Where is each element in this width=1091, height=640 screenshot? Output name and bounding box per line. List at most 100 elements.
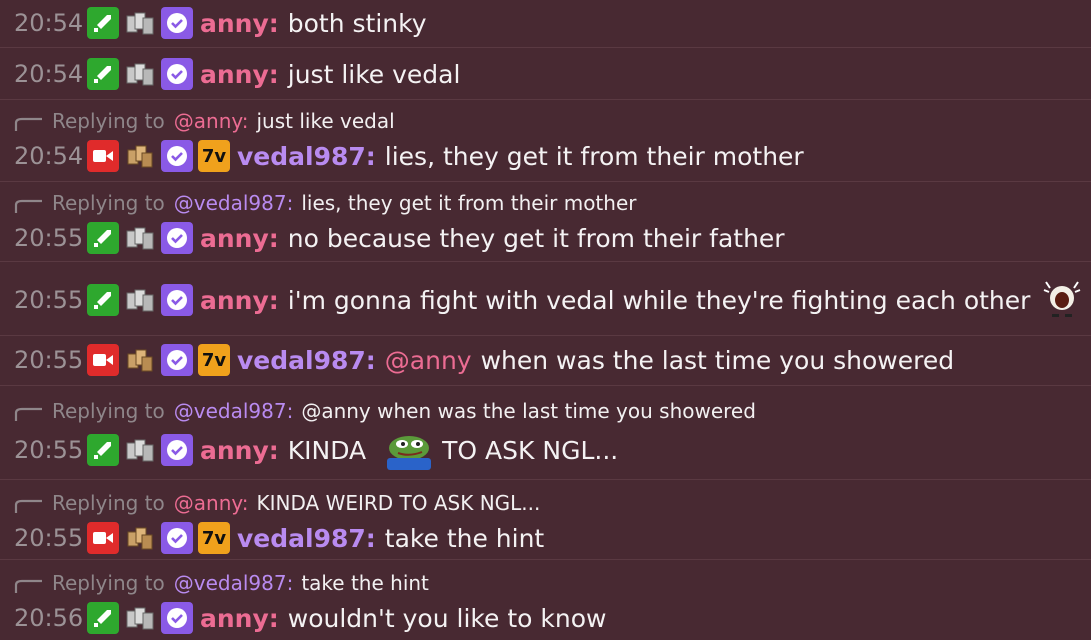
username[interactable]: anny: xyxy=(200,436,279,465)
subscriber-badge-icon[interactable] xyxy=(124,140,156,172)
reply-text: KINDA WEIRD TO ASK NGL... xyxy=(256,491,541,515)
reply-text: lies, they get it from their mother xyxy=(301,191,637,215)
bits-badge-icon[interactable] xyxy=(124,602,156,634)
message-text-after: TO ASK NGL... xyxy=(442,435,619,465)
moderator-badge-icon[interactable] xyxy=(87,58,119,90)
badges xyxy=(87,284,193,316)
timestamp: 20:55 xyxy=(14,346,84,374)
message-text: take the hint xyxy=(384,523,545,553)
reply-mention[interactable]: @anny: xyxy=(174,109,249,133)
username[interactable]: vedal987: xyxy=(237,346,376,375)
verified-badge-icon[interactable] xyxy=(161,522,193,554)
moderator-badge-icon[interactable] xyxy=(87,602,119,634)
chat-message: 20:54 anny: both stinky xyxy=(0,0,1091,48)
verified-badge-icon[interactable] xyxy=(161,284,193,316)
reply-context[interactable]: Replying to @vedal987: take the hint xyxy=(14,566,1091,596)
moderator-badge-icon[interactable] xyxy=(87,222,119,254)
reply-arrow-icon xyxy=(14,407,42,421)
badges xyxy=(87,7,193,39)
pepe-emote-icon[interactable] xyxy=(384,430,434,470)
reply-context[interactable]: Replying to @anny: KINDA WEIRD TO ASK NG… xyxy=(14,486,1091,516)
reply-text: @anny when was the last time you showere… xyxy=(301,399,756,423)
reply-arrow-icon xyxy=(14,499,42,513)
replying-to-label: Replying to xyxy=(52,399,165,423)
7tv-badge-icon[interactable]: 7v xyxy=(198,344,230,376)
message-text: both stinky xyxy=(287,8,427,38)
chat-message: Replying to @anny: KINDA WEIRD TO ASK NG… xyxy=(0,480,1091,560)
broadcaster-badge-icon[interactable] xyxy=(87,140,119,172)
reply-arrow-icon xyxy=(14,117,42,131)
timestamp: 20:55 xyxy=(14,436,84,464)
scared-emote-icon[interactable] xyxy=(1040,278,1084,322)
verified-badge-icon[interactable] xyxy=(161,434,193,466)
verified-badge-icon[interactable] xyxy=(161,344,193,376)
badges xyxy=(87,58,193,90)
badges xyxy=(87,434,193,466)
username[interactable]: anny: xyxy=(200,286,279,315)
moderator-badge-icon[interactable] xyxy=(87,284,119,316)
replying-to-label: Replying to xyxy=(52,491,165,515)
reply-mention[interactable]: @anny: xyxy=(174,491,249,515)
badges: 7v xyxy=(87,522,230,554)
subscriber-badge-icon[interactable] xyxy=(124,522,156,554)
reply-text: just like vedal xyxy=(256,109,395,133)
message-text: wouldn't you like to know xyxy=(287,603,607,633)
bits-badge-icon[interactable] xyxy=(124,58,156,90)
timestamp: 20:56 xyxy=(14,604,84,632)
chat-message: Replying to @vedal987: take the hint 20:… xyxy=(0,560,1091,640)
reply-context[interactable]: Replying to @vedal987: lies, they get it… xyxy=(14,186,1091,216)
broadcaster-badge-icon[interactable] xyxy=(87,344,119,376)
chat-message: Replying to @anny: just like vedal 20:54… xyxy=(0,100,1091,182)
verified-badge-icon[interactable] xyxy=(161,58,193,90)
chat-panel: 20:54 anny: both stinky 20:54 anny: just… xyxy=(0,0,1091,640)
badges xyxy=(87,602,193,634)
username[interactable]: anny: xyxy=(200,604,279,633)
bits-badge-icon[interactable] xyxy=(124,284,156,316)
verified-badge-icon[interactable] xyxy=(161,140,193,172)
verified-badge-icon[interactable] xyxy=(161,222,193,254)
badges: 7v xyxy=(87,140,230,172)
chat-message: Replying to @vedal987: @anny when was th… xyxy=(0,386,1091,480)
reply-mention[interactable]: @vedal987: xyxy=(174,191,294,215)
username[interactable]: vedal987: xyxy=(237,524,376,553)
chat-message: 20:55 anny: i'm gonna fight with vedal w… xyxy=(0,262,1091,336)
reply-context[interactable]: Replying to @vedal987: @anny when was th… xyxy=(14,394,1091,424)
verified-badge-icon[interactable] xyxy=(161,7,193,39)
replying-to-label: Replying to xyxy=(52,571,165,595)
username[interactable]: vedal987: xyxy=(237,142,376,171)
reply-arrow-icon xyxy=(14,199,42,213)
moderator-badge-icon[interactable] xyxy=(87,7,119,39)
username[interactable]: anny: xyxy=(200,60,279,89)
subscriber-badge-icon[interactable] xyxy=(124,344,156,376)
timestamp: 20:54 xyxy=(14,9,84,37)
badges xyxy=(87,222,193,254)
chat-message: 20:55 7v vedal987: @anny when was the la… xyxy=(0,336,1091,386)
reply-context[interactable]: Replying to @anny: just like vedal xyxy=(14,104,1091,134)
reply-mention[interactable]: @vedal987: xyxy=(174,571,294,595)
7tv-badge-icon[interactable]: 7v xyxy=(198,140,230,172)
verified-badge-icon[interactable] xyxy=(161,602,193,634)
chat-message: Replying to @vedal987: lies, they get it… xyxy=(0,182,1091,262)
7tv-badge-icon[interactable]: 7v xyxy=(198,522,230,554)
message-text-before: KINDA xyxy=(287,435,367,465)
message-text: when was the last time you showered xyxy=(480,345,955,375)
moderator-badge-icon[interactable] xyxy=(87,434,119,466)
message-mention[interactable]: @anny xyxy=(385,346,472,375)
timestamp: 20:55 xyxy=(14,224,84,252)
bits-badge-icon[interactable] xyxy=(124,222,156,254)
reply-mention[interactable]: @vedal987: xyxy=(174,399,294,423)
badges: 7v xyxy=(87,344,230,376)
bits-badge-icon[interactable] xyxy=(124,434,156,466)
message-text: just like vedal xyxy=(287,59,461,89)
chat-message: 20:54 anny: just like vedal xyxy=(0,48,1091,100)
reply-text: take the hint xyxy=(301,571,429,595)
replying-to-label: Replying to xyxy=(52,191,165,215)
message-text: i'm gonna fight with vedal while they're… xyxy=(287,285,1031,315)
username[interactable]: anny: xyxy=(200,224,279,253)
timestamp: 20:55 xyxy=(14,524,84,552)
timestamp: 20:54 xyxy=(14,60,84,88)
username[interactable]: anny: xyxy=(200,9,279,38)
message-text: lies, they get it from their mother xyxy=(384,141,804,171)
bits-badge-icon[interactable] xyxy=(124,7,156,39)
broadcaster-badge-icon[interactable] xyxy=(87,522,119,554)
